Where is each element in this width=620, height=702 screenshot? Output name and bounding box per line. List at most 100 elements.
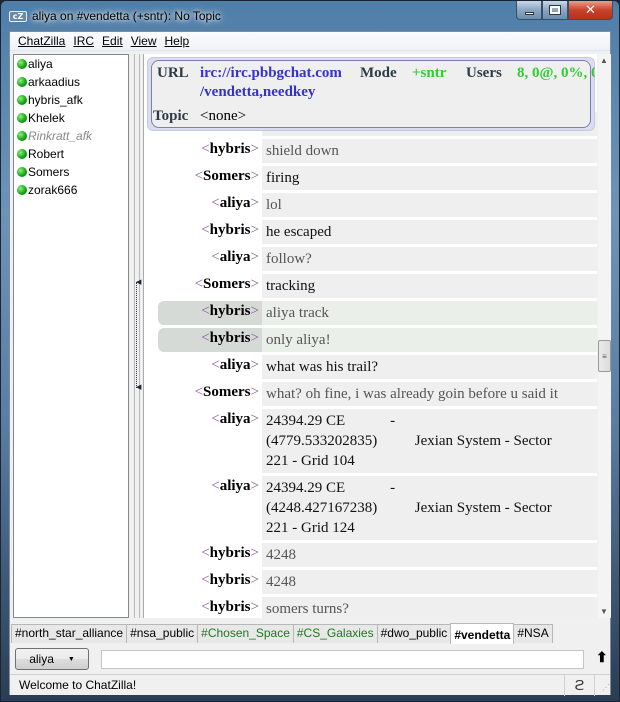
minimize-button[interactable] (516, 1, 542, 20)
user-list-item[interactable]: aliya (14, 55, 128, 73)
message-text-line: 24394.29 CE - (266, 413, 396, 429)
channel-url-link[interactable]: irc://irc.pbbgchat.com (200, 65, 342, 82)
message-nick[interactable]: <aliya> (144, 193, 262, 217)
menu-bar: ChatZilla IRC Edit View Help (10, 32, 610, 51)
user-list-item[interactable]: Khelek (14, 109, 128, 127)
online-status-icon (17, 131, 27, 141)
message-text: what was his trail? (262, 355, 597, 379)
nickname-button[interactable]: aliya ▼ (15, 648, 89, 670)
message-text: somers turns? (262, 597, 597, 618)
message-text: 24394.29 CE - (4779.533202835) Jexian Sys… (262, 409, 597, 473)
status-text: Welcome to ChatZilla! (19, 678, 137, 692)
message-nick[interactable]: <hybris> (144, 570, 262, 594)
online-status-icon (17, 149, 27, 159)
message-text: only aliya! (262, 328, 597, 352)
maximize-icon (549, 5, 561, 15)
channel-tab[interactable]: #north_star_alliance (11, 624, 128, 643)
channel-tab[interactable]: #CS_Galaxies (292, 624, 378, 643)
online-status-icon (17, 185, 27, 195)
online-status-icon (17, 59, 27, 69)
message-nick[interactable]: <hybris> (144, 597, 262, 618)
message-nick[interactable]: <Somers> (144, 274, 262, 298)
channel-tab[interactable]: #nsa_public (126, 624, 199, 643)
users-label: Users (466, 65, 502, 81)
minimize-icon (524, 11, 534, 15)
mode-label: Mode (360, 65, 397, 81)
scroll-thumb[interactable]: ≡ (598, 340, 611, 372)
message-nick[interactable]: <hybris> (158, 328, 262, 352)
window-title: aliya on #vendetta (+sntr): No Topic (32, 9, 221, 23)
message-text: what? oh fine, i was already goin before… (262, 382, 597, 406)
resize-grip-icon[interactable]: ⋰ (594, 674, 610, 696)
message-text: 4248 (262, 543, 597, 567)
menu-view[interactable]: View (127, 34, 161, 48)
user-list[interactable]: aliya arkaadius hybris_afk Khelek Rinkratt_a… (13, 54, 129, 618)
message-row: <aliya> 24394.29 CE - (4248.427167238) Jex… (144, 476, 597, 540)
users-value: 8, 0@, 0%, 0 (517, 65, 595, 81)
mode-value: +sntr (412, 65, 447, 81)
message-row: <hybris> aliya track (144, 301, 597, 325)
channel-tab[interactable]: #dwo_public (376, 624, 452, 643)
message-nick[interactable]: <aliya> (144, 409, 262, 473)
channel-header: URL irc://irc.pbbgchat.com /vendetta,nee… (147, 57, 595, 131)
scroll-up-icon[interactable]: ▲ (600, 56, 608, 65)
message-text-line: (4248.427167238) Jexian System - Sector (266, 500, 552, 516)
chat-scrollbar[interactable]: ▲ ≡ ▼ (598, 54, 611, 618)
title-bar: cZ aliya on #vendetta (+sntr): No Topic … (1, 1, 619, 31)
message-text: 24394.29 CE - (4248.427167238) Jexian Sys… (262, 476, 597, 540)
collapse-left-icon: ◀ (136, 279, 142, 286)
input-row: aliya ▼ ⬆ (10, 646, 610, 672)
menu-irc[interactable]: IRC (69, 34, 98, 48)
message-nick[interactable]: <Somers> (144, 382, 262, 406)
user-list-item[interactable]: Somers (14, 163, 128, 181)
user-list-item[interactable]: hybris_afk (14, 91, 128, 109)
user-nick: arkaadius (28, 75, 81, 89)
splitter-grip[interactable]: ◀ ◀ (136, 279, 142, 391)
message-row: <Somers> what? oh fine, i was already goi… (144, 382, 597, 406)
topic-label: Topic (153, 108, 189, 124)
multiline-toggle-arrow-icon[interactable]: ⬆ (596, 649, 608, 666)
menu-edit[interactable]: Edit (98, 34, 127, 48)
chat-output: URL irc://irc.pbbgchat.com /vendetta,nee… (143, 54, 597, 618)
message-row: <hybris> 4248 (144, 570, 597, 594)
message-nick[interactable]: <aliya> (144, 476, 262, 540)
channel-tab[interactable]: #NSA (513, 624, 553, 643)
user-nick: aliya (28, 57, 53, 71)
scroll-down-icon[interactable]: ▼ (600, 607, 608, 616)
user-nick: Rinkratt_afk (28, 129, 93, 143)
message-input[interactable] (101, 650, 584, 669)
user-list-item[interactable]: Rinkratt_afk (14, 127, 128, 145)
client-area: ChatZilla IRC Edit View Help aliya arkaad… (9, 31, 611, 696)
channel-url-link-cont[interactable]: /vendetta,needkey (200, 84, 315, 101)
message-nick[interactable]: <aliya> (144, 247, 262, 271)
channel-tab[interactable]: #vendetta (450, 623, 515, 644)
message-nick[interactable]: <hybris> (144, 139, 262, 163)
channel-tab[interactable]: #Chosen_Space (197, 624, 294, 643)
online-status-icon (17, 167, 27, 177)
menu-help[interactable]: Help (161, 34, 194, 48)
message-text: tracking (262, 274, 597, 298)
close-button[interactable]: ✕ (568, 1, 613, 20)
menu-chatzilla[interactable]: ChatZilla (14, 34, 69, 48)
message-row: <Somers> firing (144, 166, 597, 190)
message-nick[interactable]: <hybris> (158, 301, 262, 325)
user-list-item[interactable]: arkaadius (14, 73, 128, 91)
chatzilla-window: cZ aliya on #vendetta (+sntr): No Topic … (0, 0, 620, 702)
user-nick: zorak666 (28, 183, 78, 197)
user-list-item[interactable]: Robert (14, 145, 128, 163)
userlist-splitter[interactable]: ◀ ◀ (134, 54, 142, 618)
message-row: <aliya> what was his trail? (144, 355, 597, 379)
message-nick[interactable]: <Somers> (144, 166, 262, 190)
user-nick: Robert (28, 147, 65, 161)
user-list-item[interactable]: zorak666 (14, 181, 128, 199)
message-nick[interactable]: <aliya> (144, 355, 262, 379)
maximize-button[interactable] (542, 1, 568, 20)
connection-status-icon: ϩ (564, 674, 594, 696)
message-text-line: 24394.29 CE - (266, 480, 396, 496)
user-nick: Khelek (28, 111, 65, 125)
message-text: firing (262, 166, 597, 190)
message-text: shield down (262, 139, 597, 163)
message-nick[interactable]: <hybris> (144, 220, 262, 244)
message-row: <hybris> he escaped (144, 220, 597, 244)
message-nick[interactable]: <hybris> (144, 543, 262, 567)
